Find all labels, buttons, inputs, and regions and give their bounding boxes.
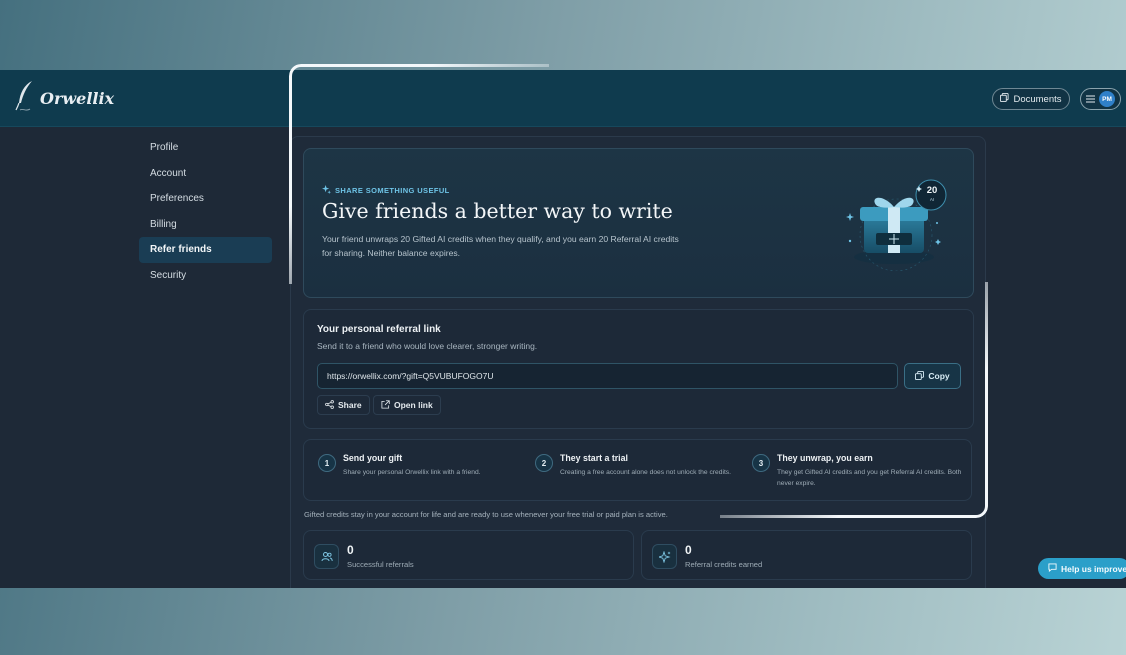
step-number: 1 [318,454,336,472]
share-label: Share [338,400,362,410]
documents-icon [1000,93,1010,105]
referral-link-input[interactable] [317,363,898,389]
hero-card: SHARE SOMETHING USEFUL Give friends a be… [303,148,974,298]
open-link-button[interactable]: Open link [373,395,441,415]
step-description: Share your personal Orwellix link with a… [343,469,481,476]
credits-note: Gifted credits stay in your account for … [304,510,668,519]
stat-value: 0 [685,543,692,557]
feedback-icon [1048,563,1057,574]
copy-label: Copy [928,371,950,381]
step-title: They start a trial [560,453,628,463]
help-label: Help us improve [1061,563,1126,574]
stat-card-referrals: 0 Successful referrals [303,530,634,580]
stat-card-credits: 0 Referral credits earned [641,530,972,580]
sparkles-icon [652,544,677,569]
account-menu-button[interactable]: PM [1080,88,1121,110]
step-description: They get Gifted AI credits and you get R… [777,469,962,487]
sidebar-item-security[interactable]: Security [139,263,272,289]
hamburger-icon [1086,90,1095,108]
how-it-works-steps: 1 Send your gift Share your personal Orw… [303,439,972,501]
step-title: Send your gift [343,453,403,463]
hero-eyebrow-text: SHARE SOMETHING USEFUL [335,186,450,195]
stat-label: Successful referrals [347,560,414,569]
feather-icon [14,79,36,118]
sidebar-item-preferences[interactable]: Preferences [139,186,272,212]
sidebar-item-account[interactable]: Account [139,161,272,187]
credit-badge-value: 20 [926,185,938,196]
share-icon [325,399,334,411]
documents-label: Documents [1013,93,1062,105]
sidebar-item-billing[interactable]: Billing [139,212,272,238]
copy-icon [915,370,925,382]
users-icon [314,544,339,569]
step-description: Creating a free account alone does not u… [560,469,732,476]
referral-title: Your personal referral link [317,324,441,335]
step-number: 3 [752,454,770,472]
logo[interactable]: Orwellix [14,80,114,116]
step-title: They unwrap, you earn [777,453,873,463]
app-window: Orwellix Documents PM Profile Account Pr… [0,70,1126,588]
open-link-label: Open link [394,400,433,410]
stat-value: 0 [347,543,354,557]
sparkle-icon [322,185,331,196]
hero-description: Your friend unwraps 20 Gifted AI credits… [322,234,679,258]
credit-badge-unit: AI [929,197,935,202]
referral-link-card: Your personal referral link Send it to a… [303,309,974,429]
share-button[interactable]: Share [317,395,370,415]
top-bar: Orwellix Documents PM [0,70,1126,127]
referral-subtitle: Send it to a friend who would love clear… [317,341,538,351]
help-us-improve-button[interactable]: Help us improve [1038,558,1126,579]
gift-illustration: 20 AI [836,175,956,272]
hero-eyebrow: SHARE SOMETHING USEFUL [322,185,450,196]
avatar: PM [1099,91,1115,107]
hero-title: Give friends a better way to write [322,199,673,223]
sidebar-item-refer-friends[interactable]: Refer friends [139,237,272,263]
stat-label: Referral credits earned [685,560,763,569]
external-link-icon [381,399,390,411]
copy-button[interactable]: Copy [904,363,961,389]
step-number: 2 [535,454,553,472]
logo-text: Orwellix [40,88,115,108]
documents-button[interactable]: Documents [992,88,1070,110]
sidebar-item-profile[interactable]: Profile [139,135,272,161]
settings-sidebar: Profile Account Preferences Billing Refe… [139,135,272,289]
